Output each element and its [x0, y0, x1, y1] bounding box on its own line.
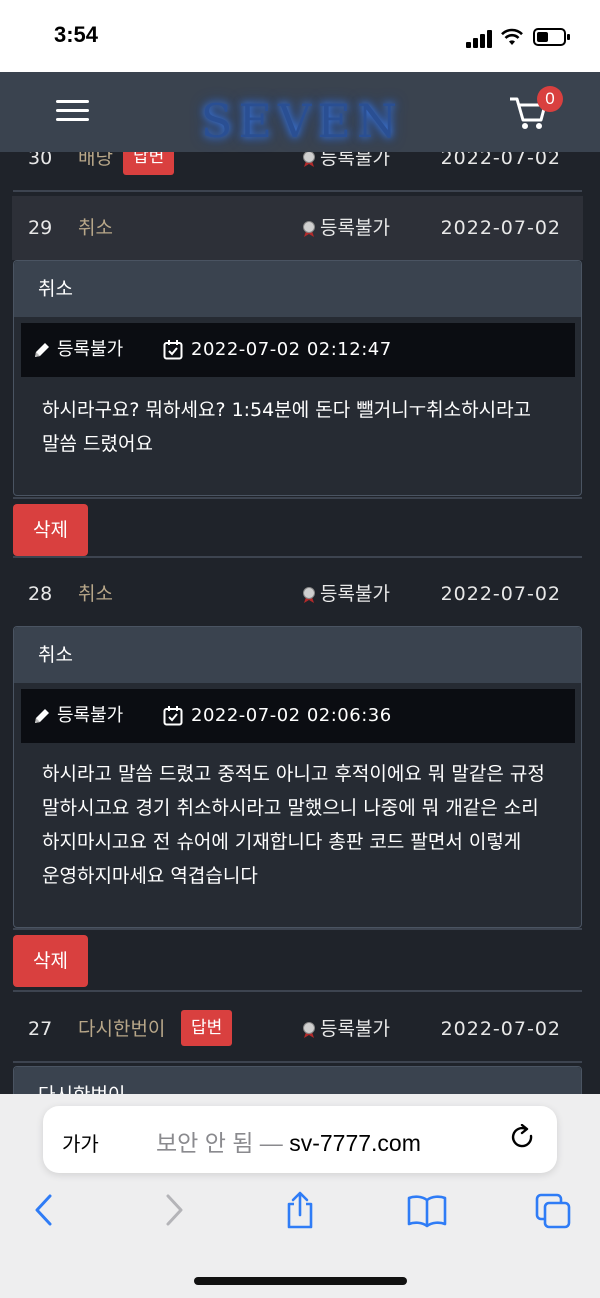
row-number: 30 — [28, 152, 53, 169]
calendar-icon — [163, 706, 183, 726]
post-detail-title: 다시한번이 — [38, 1067, 125, 1094]
row-title[interactable]: 다시한번이 — [78, 997, 165, 1061]
row-title[interactable]: 배당 — [78, 152, 113, 190]
pencil-icon — [35, 709, 49, 723]
pencil-icon — [35, 343, 49, 357]
row-title[interactable]: 취소 — [78, 562, 113, 626]
table-row[interactable]: 28 취소 등록불가 2022-07-02 — [12, 562, 583, 626]
site-logo[interactable]: SEVEN — [190, 94, 414, 154]
medal-icon — [303, 152, 315, 167]
hamburger-icon[interactable] — [56, 100, 89, 122]
home-indicator[interactable] — [194, 1277, 407, 1285]
divider — [13, 990, 582, 992]
post-datetime: 2022-07-02 02:06:36 — [191, 705, 392, 726]
back-icon[interactable] — [32, 1192, 56, 1228]
row-date: 2022-07-02 — [440, 583, 561, 605]
answer-badge: 답변 — [181, 1010, 233, 1046]
post-body: 하시라구요? 뭐하세요? 1:54분에 돈다 뺄거니ㅜ취소하시라고 말씀 드렸어… — [42, 399, 532, 455]
table-row[interactable]: 30 배당 답변 등록불가 2022-07-02 — [12, 152, 583, 190]
answer-badge: 답변 — [123, 152, 175, 175]
battery-icon — [533, 28, 570, 46]
post-author: 등록불가 — [57, 339, 124, 360]
table-row[interactable]: 29 취소 등록불가 2022-07-02 — [12, 196, 583, 260]
row-date: 2022-07-02 — [440, 152, 561, 169]
row-author: 등록불가 — [320, 1018, 390, 1040]
post-datetime: 2022-07-02 02:12:47 — [191, 339, 392, 360]
delete-button[interactable]: 삭제 — [13, 935, 88, 987]
page-settings-button[interactable]: 가가 — [62, 1128, 99, 1157]
divider — [13, 190, 582, 192]
row-number: 27 — [28, 1018, 53, 1040]
cellular-signal-icon — [466, 30, 492, 48]
row-number: 29 — [28, 217, 53, 239]
post-detail-title: 취소 — [38, 278, 73, 300]
board-content: 30 배당 답변 등록불가 2022-07-02 29 취소 등록불가 2022… — [0, 152, 600, 1094]
row-author: 등록불가 — [320, 583, 390, 605]
post-author: 등록불가 — [57, 705, 124, 726]
medal-icon — [303, 221, 315, 237]
row-title[interactable]: 취소 — [78, 196, 113, 260]
medal-icon — [303, 587, 315, 603]
row-author: 등록불가 — [320, 217, 390, 239]
cart-count-badge: 0 — [537, 86, 563, 112]
calendar-icon — [163, 340, 183, 360]
delete-button[interactable]: 삭제 — [13, 504, 88, 556]
reload-icon[interactable] — [510, 1124, 536, 1152]
post-body: 하시라고 말씀 드렸고 중적도 아니고 후적이에요 뭐 말같은 규정 말하시고요… — [42, 763, 545, 887]
status-time: 3:54 — [54, 22, 99, 47]
post-meta: 등록불가 2022-07-02 02:06:36 — [21, 689, 575, 743]
url-domain: sv-7777.com — [289, 1130, 421, 1156]
divider — [13, 1061, 582, 1063]
forward-icon — [166, 1194, 183, 1226]
post-detail: 취소 등록불가 2022-07-02 02:12:47 하시라구요? 뭐하세요?… — [13, 260, 582, 496]
post-detail-header: 다시한번이 — [14, 1067, 581, 1094]
url-security-label: 보안 안 됨 — — [156, 1130, 290, 1156]
medal-icon — [303, 1022, 315, 1038]
post-detail-header: 취소 — [14, 261, 581, 317]
book-icon[interactable] — [406, 1194, 448, 1228]
url-text[interactable]: 보안 안 됨 — sv-7777.com — [156, 1124, 421, 1158]
row-author: 등록불가 — [320, 152, 390, 169]
post-detail: 다시한번이 — [13, 1066, 582, 1094]
divider — [13, 497, 582, 499]
tabs-icon[interactable] — [534, 1192, 572, 1230]
share-icon[interactable] — [284, 1190, 316, 1230]
row-date: 2022-07-02 — [440, 1018, 561, 1040]
table-row[interactable]: 27 다시한번이 답변 등록불가 2022-07-02 — [12, 997, 583, 1061]
divider — [13, 556, 582, 558]
wifi-icon — [501, 28, 523, 45]
row-date: 2022-07-02 — [440, 217, 561, 239]
post-meta: 등록불가 2022-07-02 02:12:47 — [21, 323, 575, 377]
status-bar: 3:54 — [0, 0, 600, 72]
row-number: 28 — [28, 583, 53, 605]
post-detail: 취소 등록불가 2022-07-02 02:06:36 하시라고 말씀 드렸고 … — [13, 626, 582, 928]
post-detail-header: 취소 — [14, 627, 581, 683]
post-detail-title: 취소 — [38, 644, 73, 666]
divider — [13, 928, 582, 930]
